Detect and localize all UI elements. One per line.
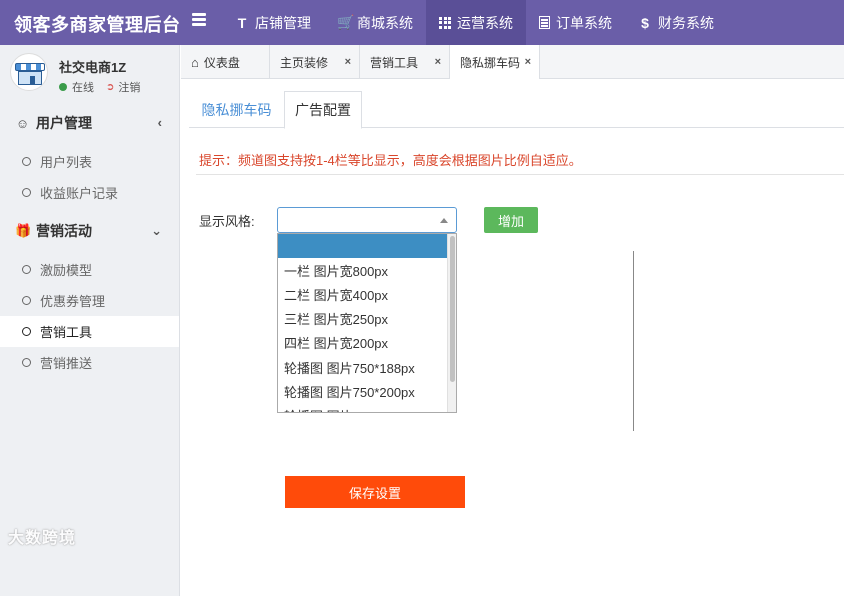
caret-up-icon (440, 218, 448, 223)
nav-operations-system[interactable]: 运营系统 (426, 0, 526, 45)
nav-label: 订单系统 (556, 14, 612, 31)
group-title: 营销活动 (36, 223, 92, 239)
nav-mall-system[interactable]: 🛒 商城系统 (324, 0, 426, 45)
tab-privacy-parking-code-settings[interactable]: 隐私挪车码 (189, 91, 284, 128)
tab-label: 营销工具 (370, 55, 419, 70)
dropdown-option[interactable]: 轮播图 图片750*200px (278, 379, 456, 403)
sidebar: 社交电商1Z 在线 ➲ 注销 ☺ 用户管理 ‹ 用户列表 收益账户记录 🎁 营销… (0, 45, 180, 596)
dropdown-option[interactable]: 一栏 图片宽800px (278, 258, 456, 282)
grid-icon (439, 16, 451, 29)
close-icon[interactable]: × (435, 56, 441, 68)
nav-label: 店铺管理 (255, 14, 311, 31)
home-icon: ⌂ (191, 54, 199, 70)
sidebar-item-coupon-management[interactable]: 优惠券管理 (0, 285, 179, 316)
add-button[interactable]: 增加 (484, 207, 538, 233)
circle-icon (22, 358, 31, 367)
top-nav: T 店铺管理 🛒 商城系统 运营系统 订单系统 $ 财务系统 (222, 0, 727, 45)
save-settings-button[interactable]: 保存设置 (285, 476, 465, 508)
tab-ad-config[interactable]: 广告配置 (284, 91, 362, 129)
user-icon: ☺ (15, 115, 30, 131)
sidebar-group-user-management[interactable]: ☺ 用户管理 ‹ (0, 100, 179, 146)
dropdown-scrollbar[interactable] (447, 234, 456, 412)
vertical-divider (633, 251, 634, 431)
scrollbar-thumb[interactable] (450, 236, 455, 382)
tab-homepage-decoration[interactable]: 主页装修 × (270, 45, 360, 79)
online-label: 在线 (72, 82, 94, 94)
circle-icon (22, 265, 31, 274)
watermark: 大数跨境 (8, 530, 77, 547)
dropdown-option[interactable]: 二栏 图片宽400px (278, 282, 456, 306)
tab-marketing-tools[interactable]: 营销工具 × (360, 45, 450, 79)
tab-label: 隐私挪车码 (460, 55, 521, 70)
display-style-dropdown[interactable]: 一栏 图片宽800px 二栏 图片宽400px 三栏 图片宽250px 四栏 图… (277, 233, 457, 413)
sidebar-item-marketing-tools[interactable]: 营销工具 (0, 316, 179, 347)
dropdown-option[interactable]: 轮播图 图片750*375px (278, 403, 456, 412)
nav-store-management[interactable]: T 店铺管理 (222, 0, 324, 45)
sidebar-item-user-list[interactable]: 用户列表 (0, 146, 179, 177)
cart-icon: 🛒 (337, 14, 355, 30)
logout-icon[interactable]: ➲ (106, 82, 114, 93)
nav-label: 运营系统 (457, 14, 513, 31)
close-icon[interactable]: × (525, 56, 531, 68)
dropdown-option[interactable]: 三栏 图片宽250px (278, 307, 456, 331)
chevron-down-icon: ⌄ (151, 223, 162, 238)
dropdown-option[interactable]: 四栏 图片宽200px (278, 331, 456, 355)
sidebar-item-label: 营销工具 (40, 325, 93, 340)
content-tabs: 隐私挪车码 广告配置 (189, 91, 844, 129)
tab-dashboard[interactable]: ⌂ 仪表盘 (181, 45, 270, 79)
nav-label: 商城系统 (357, 14, 413, 31)
display-style-label: 显示风格: (199, 214, 255, 229)
top-bar: 领客多商家管理后台 T 店铺管理 🛒 商城系统 运营系统 订单系统 $ 财务系统 (0, 0, 844, 45)
sidebar-item-label: 用户列表 (40, 155, 93, 170)
dropdown-option[interactable] (278, 234, 456, 259)
sidebar-item-label: 收益账户记录 (40, 186, 119, 201)
circle-icon (22, 157, 31, 166)
gift-icon: 🎁 (15, 223, 32, 238)
circle-icon (22, 296, 31, 305)
hint-text: 提示：频道图支持按1-4栏等比显示，高度会根据图片比例自适应。 (199, 153, 582, 168)
sidebar-item-income-records[interactable]: 收益账户记录 (0, 177, 179, 208)
circle-icon (22, 188, 31, 197)
sidebar-item-marketing-push[interactable]: 营销推送 (0, 347, 179, 378)
display-style-select[interactable] (277, 207, 457, 233)
tab-label: 主页装修 (280, 55, 329, 70)
tab-privacy-parking-code[interactable]: 隐私挪车码 × (450, 45, 540, 79)
chevron-left-icon: ‹ (157, 115, 162, 130)
dollar-icon: $ (641, 14, 649, 31)
nav-finance-system[interactable]: $ 财务系统 (625, 0, 727, 45)
menu-toggle-icon[interactable] (192, 13, 206, 26)
sidebar-item-label: 优惠券管理 (40, 294, 106, 309)
online-dot-icon (59, 83, 67, 91)
sidebar-item-label: 营销推送 (40, 356, 93, 371)
close-icon[interactable]: × (345, 56, 351, 68)
avatar (10, 53, 48, 91)
divider (196, 174, 844, 175)
sidebar-item-incentive-model[interactable]: 激励模型 (0, 254, 179, 285)
store-icon (15, 63, 45, 71)
sidebar-group-marketing[interactable]: 🎁 营销活动 ⌄ (0, 208, 179, 254)
sidebar-item-label: 激励模型 (40, 263, 93, 278)
user-status: 在线 ➲ 注销 (59, 79, 140, 95)
brand-title: 领客多商家管理后台 (14, 15, 181, 35)
group-title: 用户管理 (36, 115, 92, 131)
logout-link[interactable]: 注销 (118, 79, 140, 95)
text-t-icon: T (237, 14, 247, 31)
circle-icon (22, 327, 31, 336)
tab-label: 仪表盘 (203, 55, 240, 70)
page-tabs: ⌂ 仪表盘 主页装修 × 营销工具 × 隐私挪车码 × (181, 45, 844, 79)
dropdown-option[interactable]: 轮播图 图片750*188px (278, 355, 456, 379)
document-icon (539, 16, 550, 29)
nav-label: 财务系统 (658, 14, 714, 31)
nav-order-system[interactable]: 订单系统 (526, 0, 625, 45)
user-panel: 社交电商1Z 在线 ➲ 注销 (0, 45, 179, 100)
user-name: 社交电商1Z (59, 60, 127, 75)
